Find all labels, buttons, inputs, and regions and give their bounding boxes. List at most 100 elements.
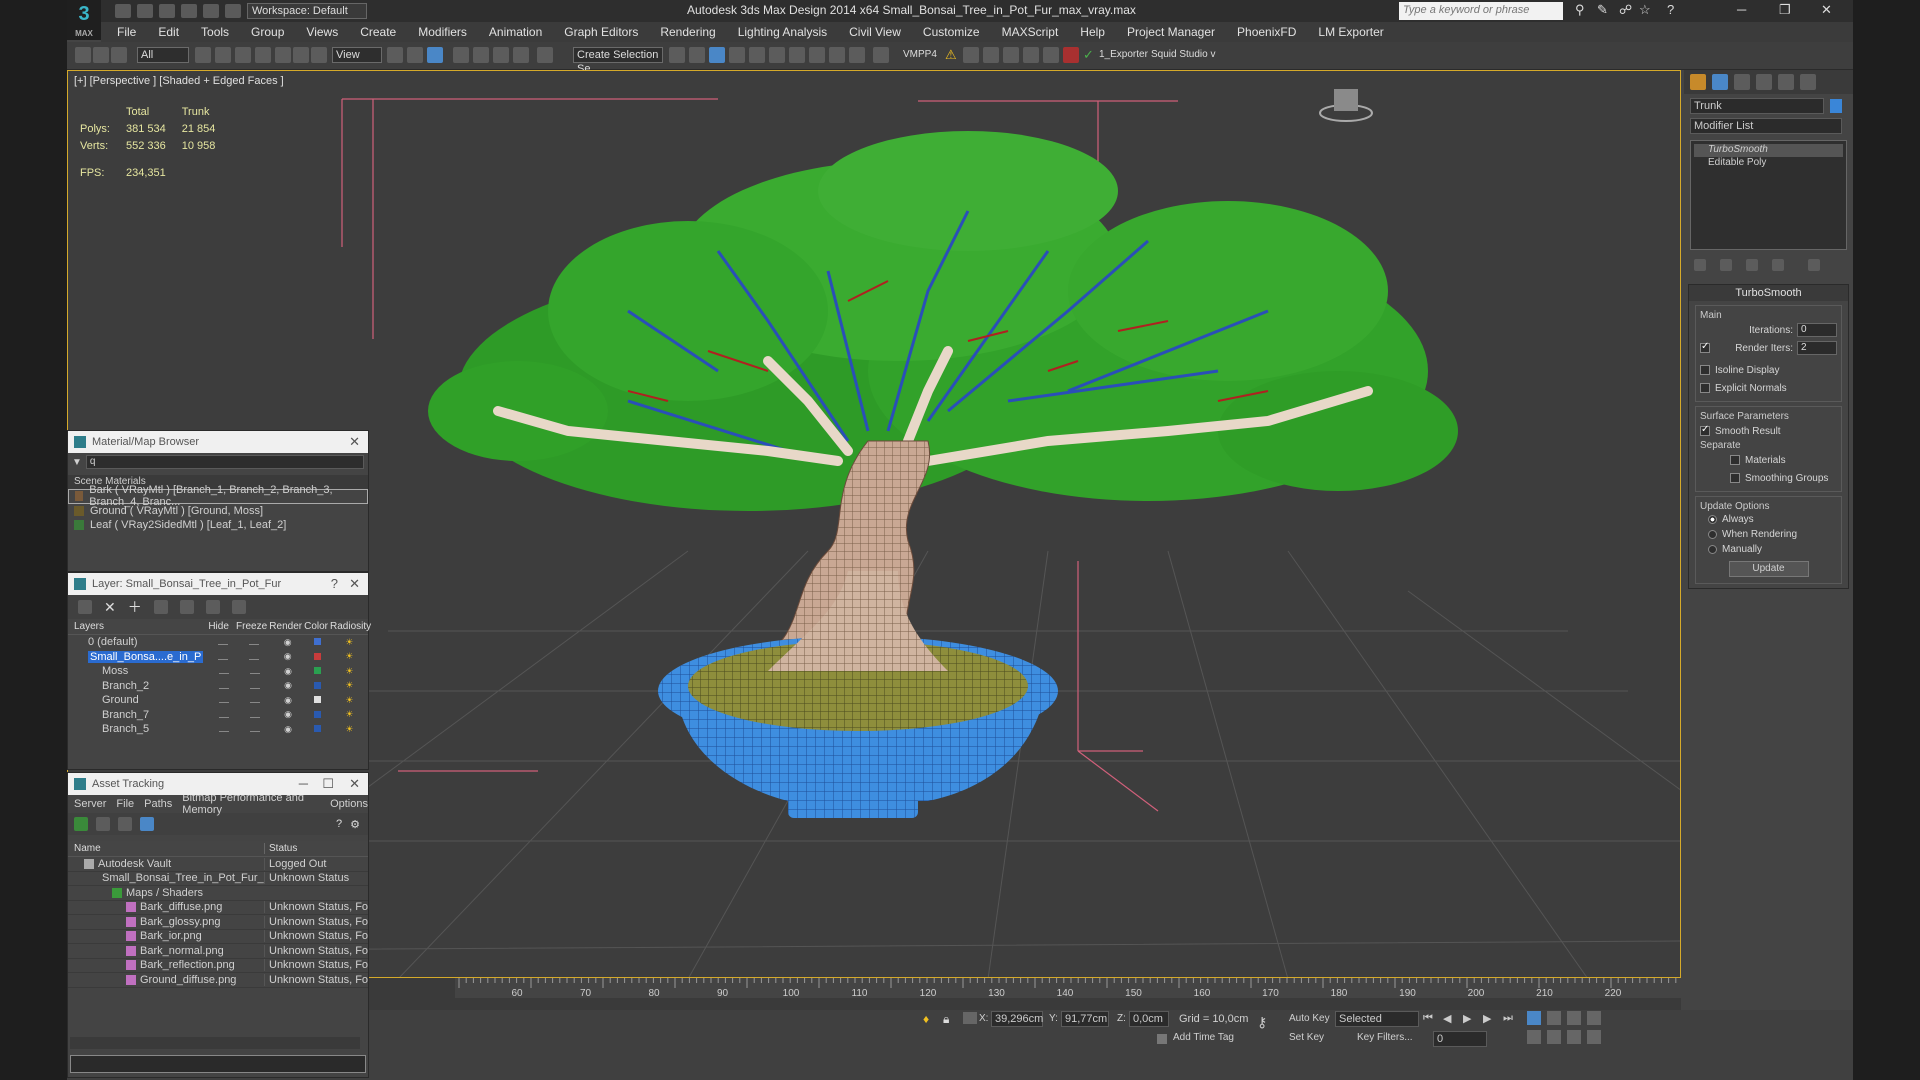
exporter-button[interactable]: 1_Exporter <box>1099 49 1148 60</box>
goto-end-icon[interactable]: ⏭ <box>1503 1012 1513 1025</box>
highlight-layer-icon[interactable] <box>179 600 194 614</box>
keyboard-shortcut-icon[interactable] <box>427 47 443 63</box>
redo-icon[interactable] <box>203 4 219 18</box>
asset-menu-server[interactable]: Server <box>74 798 106 810</box>
toggle-dash[interactable] <box>218 702 229 704</box>
set-key-button[interactable]: Set Key <box>1289 1032 1324 1043</box>
show-end-result-icon[interactable] <box>1720 259 1732 271</box>
asset-menu-bitmap[interactable]: Bitmap Performance and Memory <box>182 792 320 816</box>
menu-create[interactable]: Create <box>360 25 396 39</box>
asset-row[interactable]: Bark_normal.png Unknown Status, Four <box>68 944 368 959</box>
minimize-icon[interactable]: ─ <box>1737 2 1746 17</box>
window-crossing-icon[interactable] <box>255 47 271 63</box>
curve-editor-icon[interactable] <box>769 47 785 63</box>
ref-coord-dropdown[interactable]: View <box>332 47 382 63</box>
zoom-all-icon[interactable] <box>1547 1011 1561 1025</box>
layer-color-swatch[interactable] <box>314 696 322 704</box>
hierarchy-tab-icon[interactable] <box>1734 74 1750 90</box>
menu-file[interactable]: File <box>117 25 136 39</box>
snap-icon[interactable] <box>453 47 469 63</box>
scale-icon[interactable] <box>311 47 327 63</box>
menu-maxscript[interactable]: MAXScript <box>1002 25 1059 39</box>
close-icon[interactable]: ✕ <box>1821 2 1832 18</box>
menu-project-manager[interactable]: Project Manager <box>1127 25 1215 39</box>
help-icon[interactable]: ? <box>336 818 342 830</box>
motion-tab-icon[interactable] <box>1756 74 1772 90</box>
update-button[interactable]: Update <box>1728 561 1809 577</box>
undo-icon[interactable] <box>181 4 197 18</box>
display-tab-icon[interactable] <box>1778 74 1794 90</box>
menu-civil-view[interactable]: Civil View <box>849 25 901 39</box>
asset-row[interactable]: Bark_diffuse.png Unknown Status, Four <box>68 901 368 915</box>
bind-spacewarp-icon[interactable] <box>111 47 127 63</box>
menu-views[interactable]: Views <box>306 25 338 39</box>
absolute-mode-icon[interactable] <box>963 1012 977 1024</box>
object-name-field[interactable]: Trunk <box>1690 98 1824 114</box>
close-icon[interactable]: ✕ <box>349 434 360 450</box>
list-view-icon[interactable] <box>96 817 110 831</box>
fov-icon[interactable] <box>1527 1030 1541 1044</box>
track-bar[interactable]: 60 70 80 90 100 110 120 130 140 150 160 170 180 190 20… <box>455 978 1681 999</box>
toggle-dash[interactable] <box>218 716 229 718</box>
selection-filter-dropdown[interactable]: All <box>137 47 189 63</box>
toggle-dash[interactable] <box>218 644 229 646</box>
favorites-icon[interactable]: ☆ <box>1639 2 1651 18</box>
radiosity-icon[interactable]: ☀ <box>331 709 368 720</box>
asset-row[interactable]: Ground_diffuse.png Unknown Status, Four <box>68 973 368 988</box>
layer-row[interactable]: 0 (default) ◉ ☀ <box>68 635 368 650</box>
layer-row[interactable]: Branch_2 ◉ ☀ <box>68 679 368 694</box>
horizontal-scrollbar[interactable] <box>70 1037 360 1049</box>
search-input[interactable]: Type a keyword or phrase <box>1399 2 1563 20</box>
zoom-icon[interactable] <box>1527 1011 1541 1025</box>
vray-frame-buffer-icon[interactable] <box>963 47 979 63</box>
app-logo[interactable]: 3 MAX <box>67 0 101 40</box>
asset-menu-options[interactable]: Options <box>330 798 368 810</box>
workspace-dropdown[interactable]: Workspace: Default <box>247 3 367 19</box>
asset-row[interactable]: Bark_reflection.png Unknown Status, Four <box>68 959 368 973</box>
toggle-dash[interactable] <box>218 658 229 660</box>
menu-phoenixfd[interactable]: PhoenixFD <box>1237 25 1296 39</box>
layer-row[interactable]: Ground ◉ ☀ <box>68 693 368 708</box>
delete-layer-icon[interactable]: ✕ <box>104 599 116 616</box>
asset-path-field[interactable] <box>70 1055 366 1073</box>
move-icon[interactable] <box>275 47 291 63</box>
status-column-header[interactable]: Status <box>264 843 368 854</box>
radiosity-icon[interactable]: ☀ <box>331 680 368 691</box>
angle-snap-icon[interactable] <box>473 47 489 63</box>
menu-group[interactable]: Group <box>251 25 284 39</box>
menu-lm-exporter[interactable]: LM Exporter <box>1318 25 1383 39</box>
pivot-center-icon[interactable] <box>387 47 403 63</box>
filter-icon[interactable]: ▼ <box>72 457 82 468</box>
toggle-dash[interactable] <box>249 731 260 733</box>
menu-tools[interactable]: Tools <box>201 25 229 39</box>
asset-row[interactable]: Small_Bonsai_Tree_in_Pot_Fur_ma...Unknow… <box>68 872 368 886</box>
material-item[interactable]: Ground ( VRayMtl ) [Ground, Moss] <box>68 504 368 519</box>
grid-icon[interactable] <box>1003 47 1019 63</box>
binoculars-icon[interactable]: ⚲ <box>1575 2 1585 18</box>
layer-col-radiosity[interactable]: Radiosity <box>328 621 371 632</box>
zoom-extents-all-icon[interactable] <box>1587 1011 1601 1025</box>
help-icon[interactable]: ? <box>1667 2 1674 17</box>
material-browser-titlebar[interactable]: Material/Map Browser ✕ <box>68 431 368 453</box>
render-teapot-icon[interactable]: ◉ <box>271 724 304 735</box>
freeze-all-icon[interactable] <box>231 600 246 614</box>
layer-col-hide[interactable]: Hide <box>206 621 234 632</box>
material-item[interactable]: Leaf ( VRay2SidedMtl ) [Leaf_1, Leaf_2] <box>68 518 368 533</box>
toggle-dash[interactable] <box>249 687 260 689</box>
radiosity-icon[interactable]: ☀ <box>331 724 368 735</box>
render-teapot-icon[interactable]: ◉ <box>271 709 304 720</box>
time-tag-icon[interactable] <box>1157 1034 1167 1044</box>
layer-row[interactable]: Branch_5 ◉ ☀ <box>68 722 368 737</box>
make-unique-icon[interactable] <box>1746 259 1758 271</box>
hold-icon[interactable] <box>225 4 241 18</box>
layer-color-swatch[interactable] <box>314 710 322 718</box>
maximize-icon[interactable]: ❐ <box>1779 2 1791 18</box>
render-teapot-icon[interactable]: ◉ <box>271 651 305 662</box>
object-color-swatch[interactable] <box>1830 99 1842 113</box>
modifier-list-dropdown[interactable]: Modifier List <box>1690 118 1842 134</box>
menu-animation[interactable]: Animation <box>489 25 542 39</box>
material-search-input[interactable]: q <box>85 455 364 469</box>
material-editor-icon[interactable] <box>809 47 825 63</box>
iterations-spinner[interactable]: 0 <box>1797 323 1837 337</box>
zoom-extents-icon[interactable] <box>1567 1011 1581 1025</box>
